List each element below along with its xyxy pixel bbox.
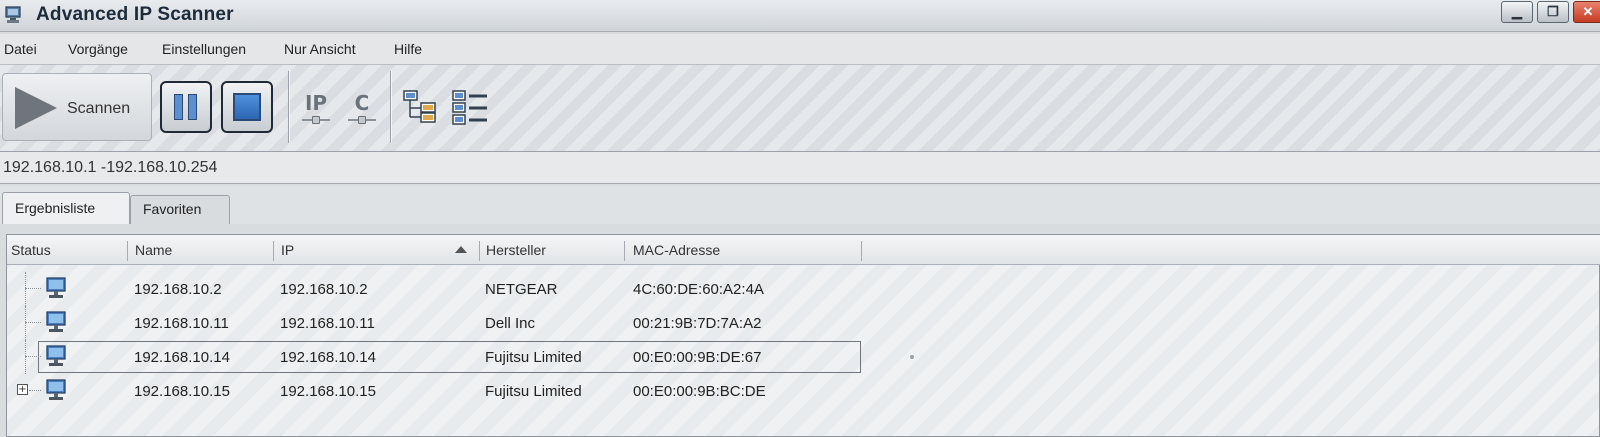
tab-strip: Ergebnisliste Favoriten bbox=[0, 186, 1600, 224]
cell-mac: 4C:60:DE:60:A2:4A bbox=[633, 281, 764, 298]
cell-name: 192.168.10.15 bbox=[134, 383, 230, 400]
ip-range-input[interactable] bbox=[0, 152, 1590, 183]
menu-nur-ansicht[interactable]: Nur Ansicht bbox=[284, 41, 356, 57]
table-header: Status Name IP Hersteller MAC-Adresse bbox=[7, 235, 1600, 265]
pause-button[interactable] bbox=[160, 81, 212, 133]
cell-ip: 192.168.10.15 bbox=[280, 383, 376, 400]
cell-vendor: Dell Inc bbox=[485, 315, 536, 332]
close-button[interactable]: ✕ bbox=[1573, 1, 1600, 23]
window-title: Advanced IP Scanner bbox=[36, 4, 234, 25]
column-header-mac[interactable]: MAC-Adresse bbox=[633, 242, 720, 258]
scan-button-label: Scannen bbox=[67, 100, 131, 117]
menu-einstellungen[interactable]: Einstellungen bbox=[162, 41, 246, 57]
menu-hilfe[interactable]: Hilfe bbox=[394, 41, 422, 57]
maximize-icon: ❐ bbox=[1547, 4, 1559, 19]
column-header-status[interactable]: Status bbox=[11, 242, 51, 258]
computer-icon bbox=[46, 379, 66, 400]
minimize-button[interactable]: ▁ bbox=[1501, 1, 1533, 23]
computer-icon bbox=[46, 345, 66, 366]
column-header-hersteller[interactable]: Hersteller bbox=[486, 242, 546, 258]
tree-view-icon[interactable] bbox=[401, 87, 441, 127]
close-icon: ✕ bbox=[1582, 4, 1594, 19]
cell-vendor: NETGEAR bbox=[485, 281, 558, 298]
cell-mac: 00:21:9B:7D:7A:A2 bbox=[633, 315, 762, 332]
computer-icon bbox=[46, 311, 66, 332]
column-header-ip[interactable]: IP bbox=[281, 242, 294, 258]
menu-vorgaenge[interactable]: Vorgänge bbox=[68, 41, 128, 57]
ip-icon: IP bbox=[304, 91, 328, 115]
cell-vendor: Fujitsu Limited bbox=[485, 383, 582, 400]
cell-name: 192.168.10.14 bbox=[134, 349, 230, 366]
results-table: Status Name IP Hersteller MAC-Adresse 19… bbox=[6, 234, 1600, 437]
expand-icon[interactable]: + bbox=[17, 384, 28, 395]
cell-ip: 192.168.10.14 bbox=[280, 349, 376, 366]
table-row[interactable]: + 192.168.10.15 192.168.10.15 Fujitsu Li… bbox=[7, 374, 1600, 408]
minimize-icon: ▁ bbox=[1512, 4, 1522, 19]
table-row-selected[interactable]: 192.168.10.14 192.168.10.14 Fujitsu Limi… bbox=[7, 340, 1600, 374]
play-icon bbox=[15, 87, 57, 129]
toolbar: Scannen IP C bbox=[0, 64, 1600, 152]
cell-ip: 192.168.10.11 bbox=[280, 315, 375, 332]
stop-button[interactable] bbox=[221, 81, 273, 133]
tab-ergebnisliste[interactable]: Ergebnisliste bbox=[2, 192, 130, 224]
sort-ascending-icon bbox=[455, 246, 467, 253]
c-icon: C bbox=[354, 91, 370, 115]
c-scan-button[interactable]: C bbox=[346, 91, 378, 125]
column-header-name[interactable]: Name bbox=[135, 242, 172, 258]
ip-range-bar bbox=[0, 152, 1600, 184]
app-icon bbox=[5, 6, 21, 23]
stray-pixel bbox=[910, 355, 914, 359]
cell-name: 192.168.10.2 bbox=[134, 281, 222, 298]
cell-mac: 00:E0:00:9B:BC:DE bbox=[633, 383, 766, 400]
computer-icon bbox=[46, 277, 66, 298]
cell-name: 192.168.10.11 bbox=[134, 315, 229, 332]
toolbar-separator bbox=[288, 71, 290, 143]
toolbar-separator bbox=[390, 71, 392, 143]
list-view-icon[interactable] bbox=[450, 87, 490, 127]
cell-vendor: Fujitsu Limited bbox=[485, 349, 582, 366]
scan-button[interactable]: Scannen bbox=[2, 73, 152, 141]
maximize-button[interactable]: ❐ bbox=[1537, 1, 1569, 23]
menu-bar: Datei Vorgänge Einstellungen Nur Ansicht… bbox=[0, 34, 1600, 64]
stop-icon bbox=[233, 93, 261, 121]
tab-favoriten[interactable]: Favoriten bbox=[130, 195, 230, 224]
cell-ip: 192.168.10.2 bbox=[280, 281, 368, 298]
title-bar: Advanced IP Scanner ▁ ❐ ✕ bbox=[0, 0, 1600, 32]
table-row[interactable]: 192.168.10.2 192.168.10.2 NETGEAR 4C:60:… bbox=[7, 272, 1600, 306]
table-row[interactable]: 192.168.10.11 192.168.10.11 Dell Inc 00:… bbox=[7, 306, 1600, 340]
cell-mac: 00:E0:00:9B:DE:67 bbox=[633, 349, 762, 366]
menu-datei[interactable]: Datei bbox=[4, 41, 37, 57]
ip-scan-button[interactable]: IP bbox=[300, 91, 332, 125]
